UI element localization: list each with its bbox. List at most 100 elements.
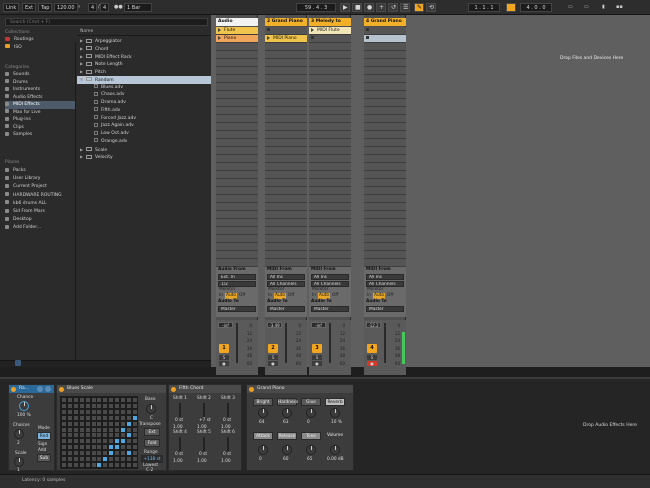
clip-slot[interactable] (309, 83, 351, 91)
clip-slot[interactable] (364, 75, 406, 83)
clip-slot[interactable] (265, 139, 307, 147)
shift-semitones[interactable]: +7 st (199, 418, 211, 423)
preview-icon[interactable] (15, 360, 21, 366)
clip-slot[interactable] (216, 131, 258, 139)
scale-grid-cell[interactable] (126, 457, 131, 461)
monitor-off-button[interactable]: Off (287, 293, 295, 299)
scale-grid-cell[interactable] (97, 415, 102, 420)
scale-grid-cell[interactable] (79, 415, 84, 420)
clip-play-icon[interactable] (267, 35, 270, 40)
file-item[interactable]: ▶ Pitch (77, 68, 211, 76)
clip-slot[interactable] (364, 115, 406, 123)
monitor-off-button[interactable]: Off (386, 293, 394, 299)
shift-slider[interactable] (203, 403, 205, 417)
clip-slot[interactable] (309, 131, 351, 139)
scale-knob[interactable] (14, 457, 24, 467)
track-title[interactable]: 2 Grand Piano (265, 18, 307, 26)
clip-slot[interactable] (216, 163, 258, 171)
clip-slot[interactable] (216, 83, 258, 91)
file-item[interactable]: Jazz Again.adv (77, 122, 211, 130)
session-drop-zone[interactable]: Drop Files and Devices Here (560, 56, 623, 61)
clip-slot[interactable] (216, 179, 258, 187)
scale-grid-cell[interactable] (115, 403, 120, 408)
clip-slot[interactable] (265, 83, 307, 91)
scale-grid-cell[interactable] (103, 445, 108, 450)
scale-grid-cell[interactable] (121, 427, 125, 432)
scale-grid-cell[interactable] (62, 457, 66, 461)
category-item[interactable]: Audio Effects (5, 94, 75, 102)
sign-sub-button[interactable]: Sub (37, 454, 51, 462)
volume-field[interactable]: -inf (218, 322, 233, 328)
transpose-button[interactable]: Ext (144, 428, 160, 436)
metronome-icon[interactable]: ●● (112, 3, 125, 12)
clip-slot[interactable] (265, 51, 307, 59)
scale-grid-cell[interactable] (109, 439, 114, 444)
scale-grid-cell[interactable] (67, 433, 72, 438)
category-item[interactable]: MIDI Effects (5, 101, 75, 109)
file-item[interactable]: Chaos.adv (77, 91, 211, 99)
scale-grid-cell[interactable] (126, 398, 131, 402)
scale-grid-cell[interactable] (67, 462, 72, 467)
clip-slot[interactable] (265, 43, 307, 51)
scale-grid-cell[interactable] (91, 421, 96, 426)
volume-field[interactable]: -3.49 (267, 322, 282, 328)
arrangement-position[interactable]: 59 . 4 . 3 (296, 3, 336, 12)
chance-knob[interactable] (19, 401, 29, 411)
macro-label[interactable]: Release (277, 432, 297, 440)
clip-slot[interactable] (216, 195, 258, 203)
scale-grid-cell[interactable] (67, 398, 72, 402)
scale-grid-cell[interactable] (132, 421, 137, 426)
scale-grid-cell[interactable] (121, 445, 125, 450)
file-item[interactable]: ▶ MIDI Effect Rack (77, 53, 211, 61)
scale-grid-cell[interactable] (103, 421, 108, 426)
clip-slot[interactable] (364, 59, 406, 67)
clip-slot[interactable] (309, 115, 351, 123)
scale-grid-cell[interactable] (67, 439, 72, 444)
scale-grid-cell[interactable] (115, 445, 120, 450)
scale-grid-cell[interactable] (79, 427, 84, 432)
scale-grid-cell[interactable] (115, 427, 120, 432)
input-type-select[interactable]: All Ins (366, 274, 404, 280)
scale-grid-cell[interactable] (91, 445, 96, 450)
file-item[interactable]: Drama.adv (77, 99, 211, 107)
scale-grid-cell[interactable] (121, 403, 125, 408)
scale-grid-cell[interactable] (62, 445, 66, 450)
shift-semitones[interactable]: 0 st (175, 452, 183, 457)
clip-slot[interactable]: Piano (216, 35, 258, 43)
macro-knob[interactable] (306, 445, 316, 455)
scale-grid-cell[interactable] (109, 457, 114, 461)
scale-grid-cell[interactable] (97, 409, 102, 414)
scale-grid-cell[interactable] (79, 445, 84, 450)
place-item[interactable]: Packs (5, 167, 75, 175)
scale-grid-cell[interactable] (85, 415, 90, 420)
solo-button[interactable]: S (312, 355, 322, 360)
clip-stop-icon[interactable] (366, 28, 369, 31)
scale-grid-cell[interactable] (62, 421, 66, 426)
scale-grid-cell[interactable] (109, 421, 114, 426)
clip-slot[interactable] (265, 123, 307, 131)
scale-grid-cell[interactable] (115, 433, 120, 438)
clip-slot[interactable] (364, 83, 406, 91)
clip-slot[interactable]: MIDI Piano (265, 35, 307, 43)
scale-grid-cell[interactable] (103, 433, 108, 438)
clip-slot[interactable] (364, 147, 406, 155)
clip-stop-icon[interactable] (366, 36, 369, 39)
shift-semitones[interactable]: 0 st (199, 452, 207, 457)
scale-grid-cell[interactable] (67, 451, 72, 456)
scale-grid-cell[interactable] (121, 398, 125, 402)
monitor-off-button[interactable]: Off (238, 293, 246, 299)
solo-button[interactable]: S (367, 355, 377, 360)
macro-knob[interactable] (330, 408, 340, 418)
macro-knob[interactable] (282, 408, 292, 418)
track-activator-button[interactable]: 4 (367, 344, 377, 353)
clip-slot[interactable] (216, 43, 258, 51)
fifth-chord-title[interactable]: Fifth Chord (169, 385, 241, 393)
track-title[interactable]: 3 Melody to (309, 18, 351, 26)
stop-icon[interactable]: ■ (352, 3, 362, 12)
scale-grid-cell[interactable] (79, 457, 84, 461)
scale-grid-cell[interactable] (121, 439, 125, 444)
overdub-icon[interactable]: + (376, 3, 386, 12)
clip-slot[interactable] (309, 179, 351, 187)
scale-grid-cell[interactable] (91, 427, 96, 432)
category-item[interactable]: Instruments (5, 86, 75, 94)
